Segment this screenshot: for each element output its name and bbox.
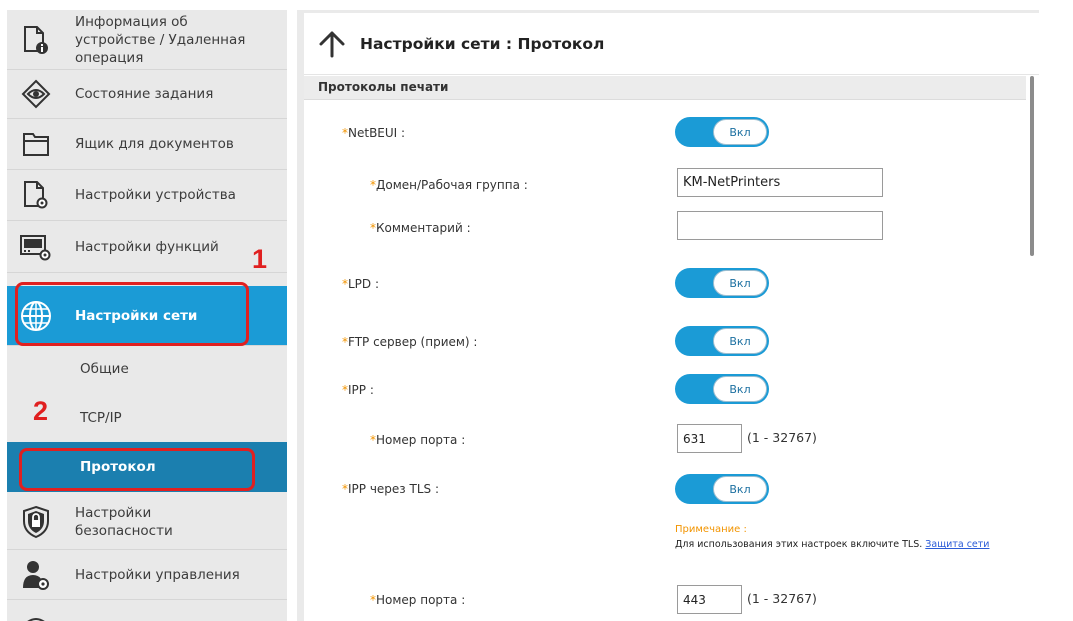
user-gear-icon — [17, 558, 55, 592]
security-settings-link[interactable]: Защита сети — [925, 539, 989, 550]
domain-label: *Домен/Рабочая группа : — [370, 178, 528, 192]
section-header: Протоколы печати — [304, 76, 1026, 100]
note-title: Примечание : — [675, 524, 747, 535]
scrollbar-thumb[interactable] — [1030, 76, 1034, 256]
ipp-port-range: (1 - 32767) — [747, 430, 817, 445]
sidebar-item-label: Настройки функций — [75, 238, 219, 255]
sidebar-subitem-label: TCP/IP — [80, 410, 122, 426]
toggle-knob: Вкл — [713, 328, 767, 354]
scrollbar[interactable] — [1030, 76, 1035, 621]
sidebar-item-partial[interactable] — [7, 600, 287, 621]
sidebar-subitem-tcpip[interactable]: TCP/IP — [7, 394, 287, 442]
right-pane — [1039, 10, 1073, 621]
ipp-port-input[interactable] — [677, 424, 742, 453]
sidebar-item-device-info[interactable]: Информация об устройстве / Удаленная опе… — [7, 10, 287, 70]
lpd-toggle[interactable]: Вкл — [675, 268, 769, 298]
panel-gear-icon — [17, 230, 55, 264]
toggle-knob: Вкл — [713, 119, 767, 145]
main-panel: Настройки сети : Протокол Протоколы печа… — [297, 10, 1039, 621]
sidebar-item-job-status[interactable]: Состояние задания — [7, 70, 287, 119]
sidebar-item-label: Информация об устройстве / Удаленная опе… — [75, 13, 246, 66]
netbeui-label: *NetBEUI : — [342, 126, 406, 140]
ipp-toggle[interactable]: Вкл — [675, 374, 769, 404]
ipp-label: *IPP : — [342, 383, 374, 397]
page-title: Настройки сети : Протокол — [360, 35, 605, 53]
folder-icon — [17, 127, 55, 161]
section-title: Протоколы печати — [318, 80, 449, 94]
content-area: Настройки сети : Протокол Протоколы печа… — [304, 13, 1039, 621]
sidebar-item-function-settings[interactable]: Настройки функций — [7, 221, 287, 273]
ipp-tls-port-label: *Номер порта : — [370, 593, 466, 607]
back-arrow-icon[interactable] — [318, 30, 346, 58]
sidebar-item-device-settings[interactable]: Настройки устройства — [7, 170, 287, 221]
toggle-knob: Вкл — [713, 476, 767, 502]
eye-icon — [17, 77, 55, 111]
page-header: Настройки сети : Протокол — [304, 13, 1039, 75]
shield-lock-icon — [17, 505, 55, 539]
callout-protocol — [19, 448, 255, 491]
ftp-toggle[interactable]: Вкл — [675, 326, 769, 356]
toggle-knob: Вкл — [713, 376, 767, 402]
callout-number-1: 1 — [252, 244, 268, 274]
sidebar-item-document-box[interactable]: Ящик для документов — [7, 119, 287, 170]
sidebar-item-label: Состояние задания — [75, 86, 214, 102]
callout-network-settings — [15, 282, 249, 346]
comment-input[interactable] — [677, 211, 883, 240]
top-strip — [0, 0, 1073, 10]
device-info-icon — [17, 23, 55, 57]
sidebar-item-label: Настройки устройства — [75, 187, 236, 203]
callout-number-2: 2 — [33, 396, 49, 426]
document-gear-icon — [17, 178, 55, 212]
partial-icon — [17, 598, 55, 621]
ipp-tls-toggle[interactable]: Вкл — [675, 474, 769, 504]
sidebar-item-label: Настройки безопасности — [75, 504, 173, 539]
sidebar-item-label: Настройки управления — [75, 566, 240, 583]
ftp-label: *FTP сервер (прием) : — [342, 335, 478, 349]
lpd-label: *LPD : — [342, 277, 380, 291]
sidebar-subitem-general[interactable]: Общие — [7, 346, 287, 392]
ipp-tls-port-input[interactable] — [677, 585, 742, 614]
note-text: Для использования этих настроек включите… — [675, 539, 990, 550]
ipp-tls-label: *IPP через TLS : — [342, 482, 439, 496]
sidebar-item-label: Ящик для документов — [75, 136, 234, 152]
comment-label: *Комментарий : — [370, 221, 471, 235]
sidebar: Информация об устройстве / Удаленная опе… — [7, 10, 287, 621]
sidebar-subitem-label: Общие — [80, 361, 129, 377]
toggle-knob: Вкл — [713, 270, 767, 296]
ipp-tls-port-range: (1 - 32767) — [747, 591, 817, 606]
domain-input[interactable] — [677, 168, 883, 197]
ipp-port-label: *Номер порта : — [370, 433, 466, 447]
netbeui-toggle[interactable]: Вкл — [675, 117, 769, 147]
sidebar-item-management-settings[interactable]: Настройки управления — [7, 550, 287, 600]
sidebar-item-security-settings[interactable]: Настройки безопасности — [7, 494, 287, 550]
